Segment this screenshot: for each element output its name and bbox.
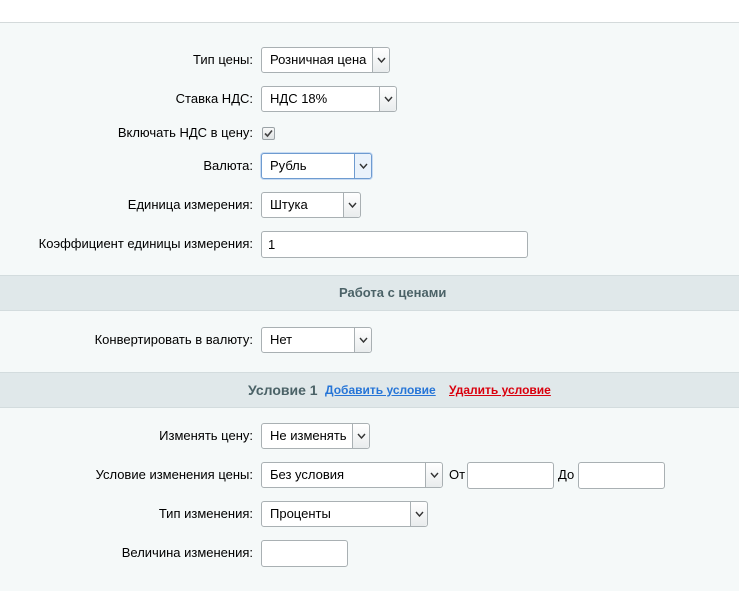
unit-label: Единица измерения:	[127, 197, 253, 212]
price-condition-select[interactable]: Без условия	[261, 462, 443, 488]
chevron-down-icon	[425, 463, 442, 487]
convert-currency-label: Конвертировать в валюту:	[94, 332, 253, 347]
change-type-label: Тип изменения:	[158, 506, 253, 521]
unit-coef-input[interactable]: 1	[261, 231, 528, 258]
unit-value: Штука	[270, 197, 308, 212]
convert-currency-row: Конвертировать в валюту: Нет	[0, 325, 739, 355]
change-amount-row: Величина изменения:	[0, 538, 739, 568]
from-label: От	[449, 467, 466, 482]
chevron-down-icon	[354, 154, 371, 178]
top-bar	[0, 0, 739, 23]
price-condition-row: Условие изменения цены: Без условия От Д…	[0, 460, 739, 490]
unit-coef-value: 1	[268, 237, 276, 252]
vat-rate-label: Ставка НДС:	[175, 91, 253, 106]
price-condition-label: Условие изменения цены:	[95, 467, 253, 482]
unit-coef-row: Коэффициент единицы измерения: 1	[0, 229, 739, 259]
unit-select[interactable]: Штука	[261, 192, 361, 218]
change-price-label: Изменять цену:	[159, 428, 253, 443]
include-vat-checkbox[interactable]	[262, 127, 275, 140]
prices-section-title: Работа с ценами	[339, 285, 447, 300]
change-amount-label: Величина изменения:	[121, 545, 253, 560]
chevron-down-icon	[372, 48, 389, 72]
vat-rate-select[interactable]: НДС 18%	[261, 86, 397, 112]
change-amount-input[interactable]	[261, 540, 348, 567]
prices-section-header: Работа с ценами	[0, 275, 739, 311]
delete-condition-link[interactable]: Удалить условие	[449, 373, 551, 407]
change-price-row: Изменять цену: Не изменять	[0, 421, 739, 451]
to-label: До	[558, 467, 575, 482]
to-input[interactable]	[578, 462, 665, 489]
unit-row: Единица измерения: Штука	[0, 190, 739, 220]
price-type-select[interactable]: Розничная цена	[261, 47, 390, 73]
currency-label: Валюта:	[203, 158, 253, 173]
add-condition-link[interactable]: Добавить условие	[325, 373, 436, 407]
vat-rate-value: НДС 18%	[270, 91, 328, 106]
checkmark-icon	[264, 129, 273, 138]
change-price-select[interactable]: Не изменять	[261, 423, 370, 449]
chevron-down-icon	[410, 502, 427, 526]
chevron-down-icon	[352, 424, 369, 448]
vat-rate-row: Ставка НДС: НДС 18%	[0, 84, 739, 114]
price-type-value: Розничная цена	[270, 52, 367, 67]
condition-section-title: Условие 1	[248, 382, 318, 398]
currency-select[interactable]: Рубль	[261, 153, 372, 179]
currency-value: Рубль	[270, 158, 307, 173]
change-type-value: Проценты	[270, 506, 331, 521]
price-condition-value: Без условия	[270, 467, 345, 482]
price-type-label: Тип цены:	[193, 52, 253, 67]
chevron-down-icon	[343, 193, 360, 217]
condition-section-header: Условие 1 Добавить условие Удалить услов…	[0, 372, 739, 408]
change-type-select[interactable]: Проценты	[261, 501, 428, 527]
price-type-row: Тип цены: Розничная цена	[0, 45, 739, 75]
currency-row: Валюта: Рубль	[0, 151, 739, 181]
convert-currency-select[interactable]: Нет	[261, 327, 372, 353]
price-settings-form: Тип цены: Розничная цена Ставка НДС: НДС…	[0, 23, 739, 591]
chevron-down-icon	[354, 328, 371, 352]
include-vat-row: Включать НДС в цену:	[0, 118, 739, 148]
include-vat-label: Включать НДС в цену:	[117, 125, 253, 140]
change-price-value: Не изменять	[270, 428, 347, 443]
convert-currency-value: Нет	[270, 332, 293, 347]
chevron-down-icon	[379, 87, 396, 111]
unit-coef-label: Коэффициент единицы измерения:	[38, 236, 253, 251]
from-input[interactable]	[467, 462, 554, 489]
change-type-row: Тип изменения: Проценты	[0, 499, 739, 529]
